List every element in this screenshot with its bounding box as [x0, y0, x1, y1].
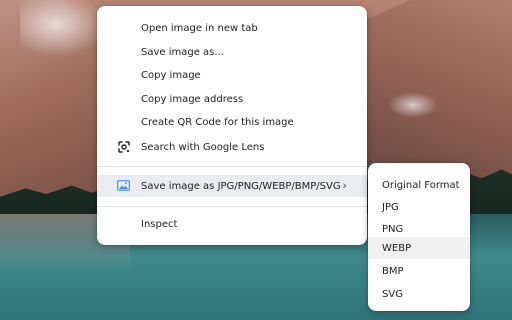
menu-item-label: Create QR Code for this image: [141, 116, 294, 128]
menu-item-label: Copy image address: [141, 93, 244, 105]
submenu-item-original-format[interactable]: Original Format: [368, 174, 470, 196]
menu-item-label: Search with Google Lens: [141, 141, 265, 153]
submenu-item-label: SVG: [382, 288, 403, 300]
submenu-item-label: BMP: [382, 265, 404, 277]
snow-patch: [388, 92, 438, 118]
menu-item-label: Save image as JPG/PNG/WEBP/BMP/SVG: [141, 180, 341, 192]
menu-item-save-image-formats[interactable]: Save image as JPG/PNG/WEBP/BMP/SVG ›: [97, 175, 367, 197]
menu-item-save-image-as[interactable]: Save image as...: [97, 41, 367, 63]
menu-item-inspect[interactable]: Inspect: [97, 213, 367, 235]
menu-item-label: Copy image: [141, 69, 201, 81]
menu-separator: [97, 166, 367, 167]
menu-item-label: Save image as...: [141, 46, 224, 58]
submenu-item-svg[interactable]: SVG: [368, 283, 470, 305]
menu-item-open-image-new-tab[interactable]: Open image in new tab: [97, 17, 367, 39]
menu-item-copy-image-address[interactable]: Copy image address: [97, 88, 367, 110]
menu-item-create-qr-code[interactable]: Create QR Code for this image: [97, 111, 367, 133]
submenu-item-bmp[interactable]: BMP: [368, 260, 470, 282]
menu-item-label: Inspect: [141, 218, 178, 230]
menu-item-search-google-lens[interactable]: Search with Google Lens: [97, 136, 367, 158]
submenu-item-label: WEBP: [382, 242, 412, 254]
image-icon: [117, 180, 130, 191]
format-submenu: Original Format JPG PNG WEBP BMP SVG: [368, 163, 470, 311]
menu-item-copy-image[interactable]: Copy image: [97, 64, 367, 86]
submenu-item-jpg[interactable]: JPG: [368, 196, 470, 218]
submenu-item-label: JPG: [382, 201, 399, 213]
submenu-arrow-icon: ›: [342, 179, 347, 192]
submenu-item-webp[interactable]: WEBP: [368, 237, 470, 259]
menu-item-label: Open image in new tab: [141, 22, 258, 34]
context-menu: Open image in new tab Save image as... C…: [97, 6, 367, 245]
menu-separator: [97, 206, 367, 207]
submenu-item-label: PNG: [382, 223, 404, 235]
submenu-item-label: Original Format: [382, 179, 460, 191]
google-lens-icon: [118, 141, 130, 153]
